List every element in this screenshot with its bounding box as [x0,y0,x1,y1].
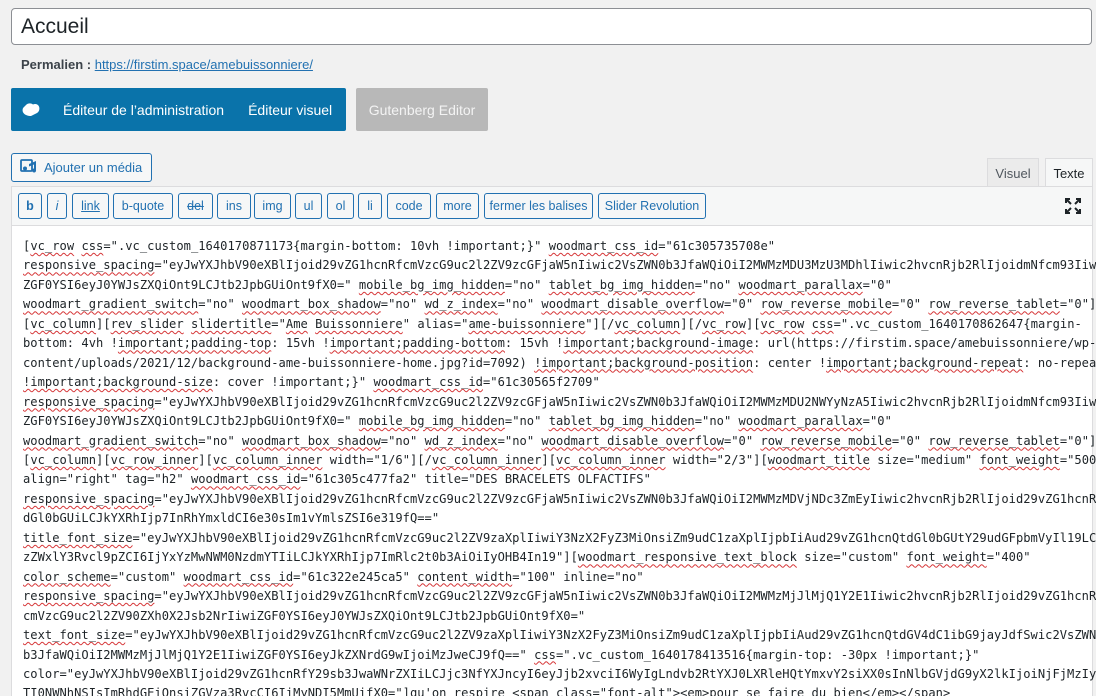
code-line: !important;background-size: cover !impor… [23,375,600,390]
code-line: responsive_spacing="eyJwYXJhbV90eXBlIjoi… [23,589,1096,604]
quicktag-link-button[interactable]: link [72,193,109,219]
quicktag-ol-button[interactable]: ol [327,193,354,219]
admin-editor-button[interactable]: Éditeur de l’administration [51,88,236,131]
quicktag-del-button[interactable]: del [178,193,213,219]
content-textarea[interactable]: [vc_row css=".vc_custom_1640170871173{ma… [23,237,1096,696]
code-line: woodmart_gradient_switch="no" woodmart_b… [23,297,1096,312]
code-line: [vc_column][vc_row_inner][vc_column_inne… [23,452,1096,467]
code-line: bottom: 4vh !important;padding-top: 15vh… [23,336,1096,351]
post-title-input[interactable]: Accueil [11,8,1092,45]
quicktag-more-button[interactable]: more [436,193,479,219]
quicktags-toolbar: b i link b-quote del ins img ul ol li co… [12,187,1092,226]
permalink: Permalien : https://firstim.space/amebui… [21,57,313,72]
code-line: align="right" tag="h2" woodmart_css_id="… [23,472,651,487]
code-line: title_font_size="eyJwYXJhbV90eXBlIjoid29… [23,530,1096,545]
code-line: responsive_spacing="eyJwYXJhbV90eXBlIjoi… [23,394,1096,409]
code-line: [vc_row css=".vc_custom_1640170871173{ma… [23,239,776,253]
code-line: ZGF0YSI6eyJ0YWJsZXQiOnt9LCJtb2JpbGUiOnt9… [23,277,892,292]
code-line: content/uploads/2021/12/background-ame-b… [23,355,1096,370]
quicktag-img-button[interactable]: img [254,193,291,219]
code-line: [vc_column][rev_slider slidertitle="Ame … [23,316,1082,331]
quicktag-ins-button[interactable]: ins [217,193,251,219]
quicktag-b-button[interactable]: b [18,193,42,219]
text-editor: b i link b-quote del ins img ul ol li co… [11,186,1096,696]
permalink-label: Permalien : [21,57,92,72]
code-line: responsive_spacing="eyJwYXJhbV90eXBlIjoi… [23,491,1096,506]
code-line: color="eyJwYXJhbV90eXBlIjoid29vZG1hcnRfY… [23,666,1096,681]
wpbakery-toolbar: Éditeur de l’administration Éditeur visu… [11,88,346,131]
code-line: ZGF0YSI6eyJ0YWJsZXQiOnt9LCJtb2JpbGUiOnt9… [23,414,892,429]
quicktag-i-button[interactable]: i [47,193,67,219]
code-line: woodmart_gradient_switch="no" woodmart_b… [23,433,1096,448]
tab-visual[interactable]: Visuel [987,158,1039,187]
permalink-link[interactable]: https://firstim.space/amebuissonniere/ [95,57,313,72]
quicktag-code-button[interactable]: code [387,193,431,219]
code-line: text_font_size="eyJwYXJhbV90eXBlIjoid29v… [23,628,1096,643]
quicktag-ul-button[interactable]: ul [295,193,322,219]
quicktag-li-button[interactable]: li [358,193,382,219]
code-line: dGl0bGUiLCJkYXRhIjp7InRhYmxldCI6e30sIm1v… [23,511,440,526]
code-line: color_scheme="custom" woodmart_css_id="6… [23,569,644,584]
fullscreen-icon[interactable] [1064,197,1082,215]
add-media-button[interactable]: Ajouter un média [11,153,152,182]
media-icon [20,158,38,177]
quicktag-b-quote-button[interactable]: b-quote [113,193,173,219]
code-line: b3JfaWQiOiI2MWMzMjJlMjQ1Y2E1IiwiZGF0YSI6… [23,647,980,662]
wpbakery-logo-icon[interactable] [11,88,51,131]
code-line: responsive_spacing="eyJwYXJhbV90eXBlIjoi… [23,258,1096,273]
code-line: TI0NWNhNSIsImRhdGEiOnsiZGVza3RvcCI6IiMyN… [23,686,951,696]
code-line: cmVzcG9uc2l2ZV90ZXh0X2Jsb2NrIiwiZGF0YSI6… [23,608,586,623]
add-media-label: Ajouter un média [44,160,143,175]
tab-text[interactable]: Texte [1045,158,1093,188]
gutenberg-editor-button[interactable]: Gutenberg Editor [356,88,488,131]
code-line: zZWxlY3Rvcl9pZCI6IjYxYzMwNWM0NzdmYTIiLCJ… [23,550,1031,565]
visual-editor-button[interactable]: Éditeur visuel [236,88,344,131]
quicktag-slider-revolution-button[interactable]: Slider Revolution [598,193,706,219]
quicktag-close-tags-button[interactable]: fermer les balises [484,193,593,219]
